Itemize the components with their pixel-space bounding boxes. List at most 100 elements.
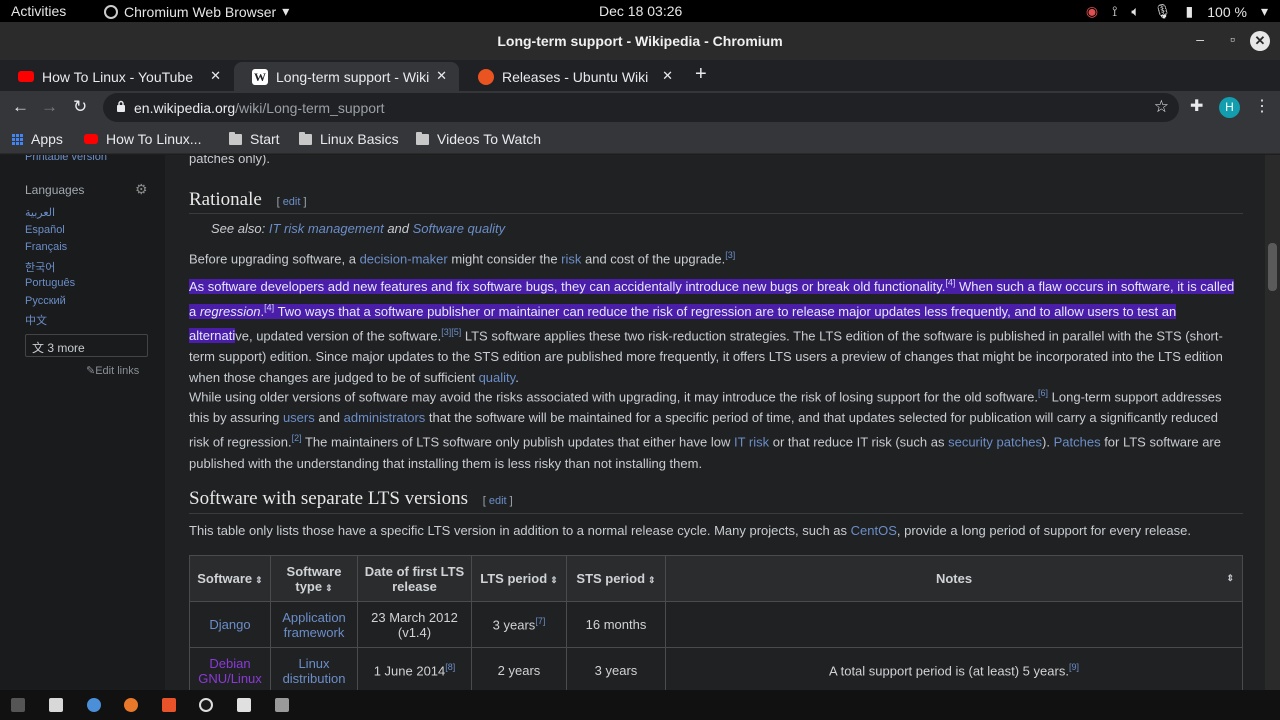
- bookmark-folder-start[interactable]: Start: [229, 131, 280, 147]
- table-cell: 16 months: [566, 601, 666, 648]
- bookmark-folder-videos[interactable]: Videos To Watch: [416, 131, 541, 147]
- reference[interactable]: [3]: [725, 250, 735, 260]
- gear-icon[interactable]: ⚙: [135, 181, 148, 198]
- language-link[interactable]: Português: [25, 277, 75, 289]
- tab-label: Long-term support - Wiki: [276, 68, 430, 85]
- app-menu[interactable]: Chromium Web Browser ▾: [104, 3, 289, 20]
- reference[interactable]: [7]: [535, 616, 545, 626]
- forward-button[interactable]: →: [41, 97, 58, 117]
- reference[interactable]: [3][5]: [441, 327, 461, 337]
- tab-label: Releases - Ubuntu Wiki: [502, 68, 649, 85]
- link-software-type[interactable]: Application framework: [282, 610, 346, 640]
- files-icon[interactable]: [49, 698, 63, 712]
- close-tab-icon[interactable]: ✕: [436, 68, 447, 84]
- reference[interactable]: [9]: [1069, 662, 1079, 672]
- link-security-patches[interactable]: security patches: [948, 435, 1042, 450]
- lock-icon[interactable]: [116, 100, 126, 112]
- link-software[interactable]: Django: [209, 617, 250, 632]
- language-link[interactable]: Русский: [25, 295, 66, 307]
- sort-icon[interactable]: ⇕: [648, 575, 656, 585]
- extensions-icon[interactable]: ✚: [1190, 96, 1203, 116]
- tab-ubuntu-wiki[interactable]: Releases - Ubuntu Wiki ✕: [460, 62, 685, 91]
- profile-avatar[interactable]: H: [1219, 97, 1240, 118]
- language-link[interactable]: العربية: [25, 206, 55, 219]
- clock[interactable]: Dec 18 03:26: [599, 3, 682, 19]
- reference[interactable]: [8]: [445, 662, 455, 672]
- text: The maintainers of LTS software only pub…: [301, 434, 734, 450]
- more-languages-label: 3 more: [47, 341, 85, 355]
- header-label: LTS period: [480, 571, 548, 586]
- more-languages-button[interactable]: 文 3 more: [25, 334, 148, 357]
- paragraph-4: This table only lists those have a speci…: [189, 520, 1241, 541]
- language-link[interactable]: 한국어: [25, 259, 55, 275]
- sort-icon[interactable]: ⇕: [550, 575, 558, 585]
- paragraph-fragment: patches only).: [189, 155, 270, 166]
- close-tab-icon[interactable]: ✕: [210, 68, 221, 84]
- system-tray[interactable]: ◉ ⟟ 🔈︎ 🎙︎ ▮ 100 % ▾: [1086, 3, 1268, 20]
- back-button[interactable]: ←: [12, 97, 29, 117]
- reference[interactable]: [2]: [292, 433, 302, 443]
- address-bar[interactable]: en.wikipedia.org/wiki/Long-term_support …: [103, 93, 1179, 122]
- reference[interactable]: [4]: [264, 302, 274, 312]
- sort-icon[interactable]: ⇕: [255, 575, 263, 585]
- reload-button[interactable]: ↻: [73, 97, 87, 117]
- close-tab-icon[interactable]: ✕: [662, 68, 673, 84]
- link-centos[interactable]: CentOS: [851, 523, 897, 538]
- bookmark-apps[interactable]: Apps: [12, 131, 63, 147]
- table-cell: 23 March 2012 (v1.4): [357, 601, 472, 648]
- edit-link[interactable]: edit: [283, 196, 301, 208]
- software-center-icon[interactable]: [162, 698, 176, 712]
- sort-icon[interactable]: ⇕: [325, 583, 333, 593]
- bookmark-how-to-linux[interactable]: How To Linux...: [84, 131, 201, 147]
- close-window-button[interactable]: ✕: [1250, 31, 1270, 51]
- language-link[interactable]: Français: [25, 241, 67, 253]
- maximize-button[interactable]: ▫: [1230, 31, 1235, 47]
- column-header-software[interactable]: Software ⇕: [189, 555, 271, 602]
- link-software-type[interactable]: Linux distribution: [283, 656, 346, 686]
- show-desktop-icon[interactable]: [11, 698, 25, 712]
- column-header-date[interactable]: Date of first LTS release: [357, 555, 472, 602]
- link-users[interactable]: users: [283, 410, 315, 425]
- text-editor-icon[interactable]: [237, 698, 251, 712]
- chromium-icon[interactable]: [87, 698, 101, 712]
- link-risk[interactable]: risk: [561, 251, 581, 266]
- minimize-button[interactable]: –: [1196, 31, 1204, 47]
- bookmark-star-icon[interactable]: ☆: [1154, 97, 1169, 117]
- text: and cost of the upgrade.: [581, 251, 726, 267]
- link-administrators[interactable]: administrators: [344, 410, 426, 425]
- link-decision-maker[interactable]: decision-maker: [360, 251, 448, 266]
- bookmark-label: Linux Basics: [320, 131, 399, 147]
- bookmark-folder-linux-basics[interactable]: Linux Basics: [299, 131, 399, 147]
- page-scrollbar[interactable]: [1265, 155, 1280, 690]
- reference[interactable]: [6]: [1038, 388, 1048, 398]
- tab-youtube[interactable]: How To Linux - YouTube ✕: [0, 62, 233, 91]
- firefox-icon[interactable]: [124, 698, 138, 712]
- settings-icon[interactable]: [199, 698, 213, 712]
- printable-version-link[interactable]: Printable version: [25, 155, 107, 163]
- scrollbar-thumb[interactable]: [1268, 243, 1277, 291]
- calculator-icon[interactable]: [275, 698, 289, 712]
- link-patches[interactable]: Patches: [1054, 435, 1101, 450]
- paragraph-3: While using older versions of software m…: [189, 383, 1241, 474]
- text: Before upgrading software, a: [189, 251, 360, 267]
- reference[interactable]: [4]: [945, 278, 955, 288]
- youtube-icon: [18, 71, 34, 82]
- activities-button[interactable]: Activities: [11, 3, 66, 19]
- column-header-sts-period[interactable]: STS period ⇕: [566, 555, 666, 602]
- menu-kebab-icon[interactable]: ⋮: [1254, 96, 1270, 116]
- link-software-quality[interactable]: Software quality: [413, 221, 506, 236]
- column-header-lts-period[interactable]: LTS period ⇕: [471, 555, 567, 602]
- language-link[interactable]: 中文: [25, 312, 47, 328]
- edit-link[interactable]: edit: [489, 495, 507, 507]
- link-software[interactable]: Debian GNU/Linux: [198, 656, 262, 686]
- new-tab-button[interactable]: +: [695, 63, 707, 86]
- edit-links-link[interactable]: ✎Edit links: [86, 364, 139, 377]
- sort-icon[interactable]: ⇕: [1226, 573, 1234, 584]
- update-icon[interactable]: ◉: [1086, 3, 1098, 20]
- language-link[interactable]: Español: [25, 224, 65, 236]
- column-header-notes[interactable]: Notes ⇕: [665, 555, 1243, 602]
- link-it-risk-management[interactable]: IT risk management: [269, 221, 384, 236]
- column-header-software-type[interactable]: Software type ⇕: [270, 555, 358, 602]
- link-it-risk[interactable]: IT risk: [734, 435, 769, 450]
- tab-wikipedia[interactable]: W Long-term support - Wiki ✕: [234, 62, 459, 91]
